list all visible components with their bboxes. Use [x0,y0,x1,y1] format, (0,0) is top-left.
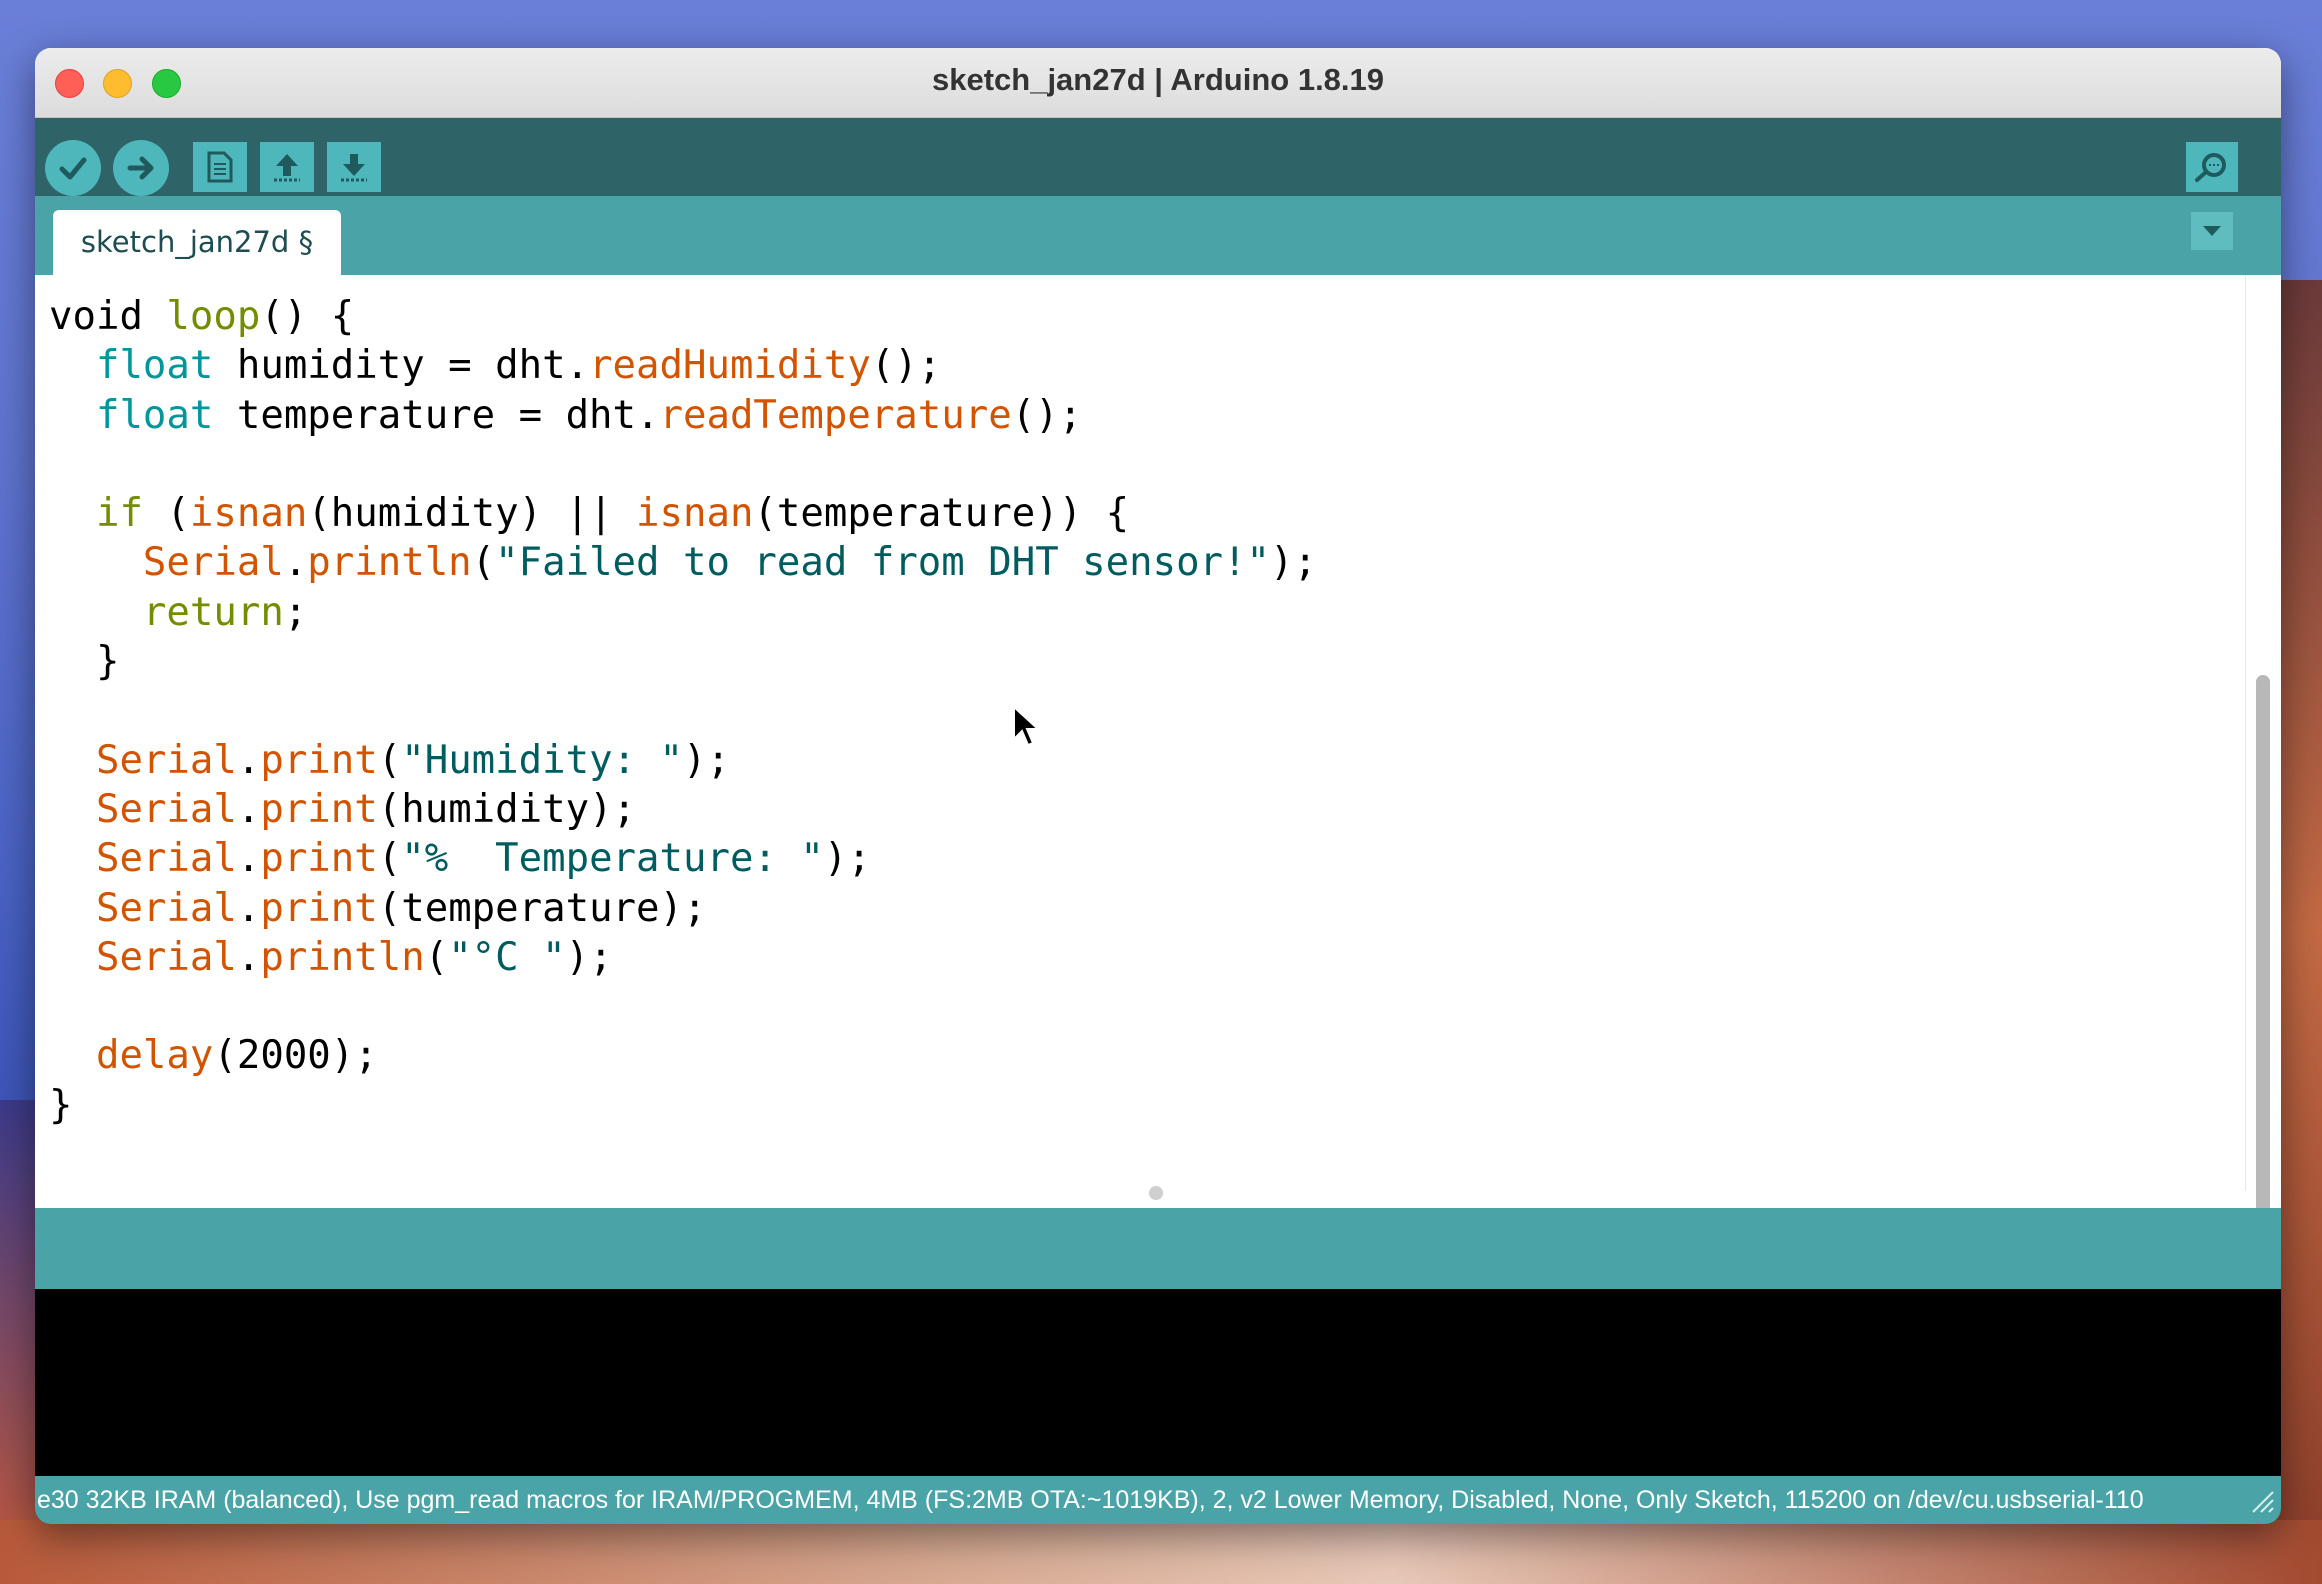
code-line: delay(2000); [95,1033,378,1079]
code-text: void loop() { float humidity = dht.readH… [49,292,1317,1130]
window-title: sketch_jan27d | Arduino 1.8.19 [931,62,1385,97]
verify-icon [59,157,87,180]
open-icon [274,154,300,182]
new-sketch-button[interactable] [193,142,247,192]
arduino-window: sketch_jan27d | Arduino 1.8.19 sketch_ja… [35,48,2281,1524]
serial-monitor-icon [2195,153,2226,182]
code-editor[interactable]: void loop() { float humidity = dht.readH… [35,275,2245,1191]
save-button[interactable] [327,142,381,192]
code-line: void loop() { [49,294,355,339]
code-line: } [49,1082,73,1128]
new-icon [207,151,233,183]
tab-menu-button[interactable] [2191,212,2233,250]
title-bar: sketch_jan27d | Arduino 1.8.19 [35,48,2281,118]
code-line: Serial.print("% Temperature: "); [95,836,871,882]
upload-icon [127,156,154,180]
save-icon [341,154,367,182]
background-ground [0,1520,2322,1584]
toolbar [35,118,2281,196]
code-line: Serial.println("°C "); [95,934,613,980]
code-line: float humidity = dht.readHumidity(); [95,343,942,389]
code-line: float temperature = dht.readTemperature(… [95,392,1083,438]
message-area [35,1208,2281,1289]
scrollbar-thumb[interactable] [2256,675,2270,1231]
code-line: Serial.print("Humidity: "); [95,737,730,783]
serial-monitor-button[interactable] [2186,142,2238,192]
vertical-scrollbar[interactable] [2245,275,2281,1231]
code-line: Serial.print(humidity); [95,786,637,832]
split-handle[interactable] [1149,1186,1163,1200]
chevron-down-icon [2203,226,2221,236]
code-line: if (isnan(humidity) || isnan(temperature… [95,491,1130,537]
board-status-bar: e30 32KB IRAM (balanced), Use pgm_read m… [35,1476,2281,1524]
code-line: return; [142,589,308,635]
verify-button[interactable] [45,140,101,196]
tab-strip: sketch_jan27d § [35,196,2281,275]
resize-grip-icon[interactable] [2249,1488,2275,1514]
background-rock-left [0,1100,40,1584]
code-line: } [49,639,120,685]
tab-sketch[interactable]: sketch_jan27d § [53,210,341,275]
upload-button[interactable] [113,140,169,196]
code-line: Serial.print(temperature); [95,885,707,931]
open-button[interactable] [260,142,314,192]
mouse-pointer-icon [1013,705,1040,747]
code-line: Serial.println("Failed to read from DHT … [142,540,1317,586]
